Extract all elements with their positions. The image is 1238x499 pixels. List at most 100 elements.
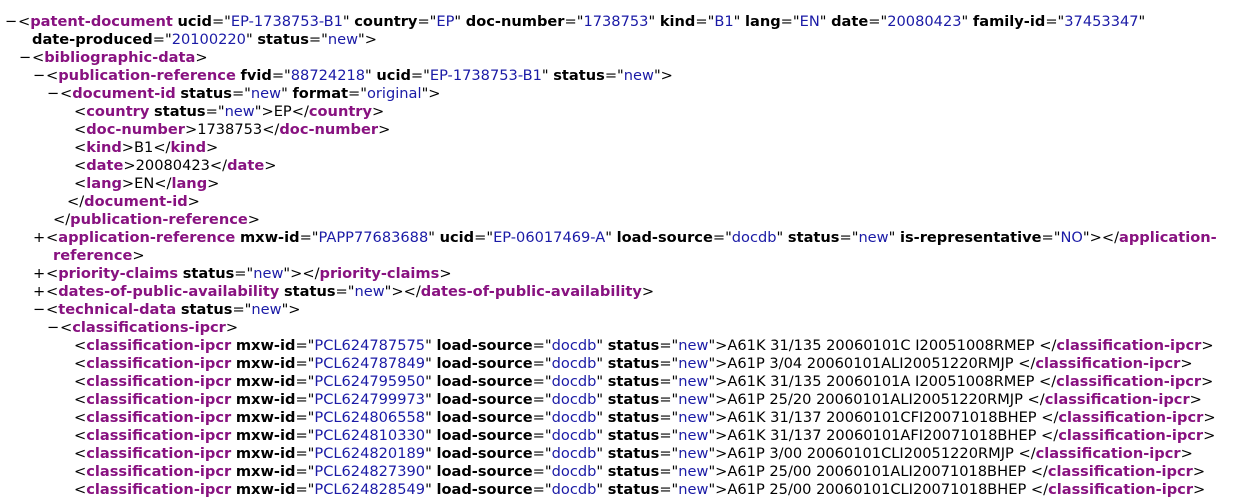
- attribute-value: docdb: [551, 373, 597, 390]
- attribute-value: PCL624827390: [314, 463, 426, 480]
- attribute-name: load-source: [436, 427, 533, 444]
- attribute-name: status: [607, 373, 660, 390]
- collapse-icon[interactable]: −: [33, 67, 45, 85]
- element-name: classification-ipcr: [1058, 409, 1204, 426]
- xml-line-content: <classification-ipcr mxw-id="PCL62481033…: [74, 427, 1215, 445]
- attribute-value: docdb: [551, 463, 597, 480]
- element-name: publication-reference: [70, 211, 248, 228]
- collapse-icon[interactable]: −: [19, 49, 31, 67]
- collapse-icon[interactable]: −: [47, 319, 59, 337]
- collapse-icon[interactable]: −: [47, 85, 59, 103]
- markup-punctuation: </: [153, 139, 171, 156]
- attribute-name: status: [182, 265, 235, 282]
- collapse-icon[interactable]: −: [5, 13, 17, 31]
- markup-punctuation: =": [659, 463, 679, 480]
- markup-punctuation: >: [225, 319, 239, 336]
- markup-punctuation: <: [46, 229, 59, 246]
- markup-punctuation: <: [46, 301, 59, 318]
- xml-line-content: </document-id>: [67, 193, 200, 211]
- markup-punctuation: </: [1030, 463, 1048, 480]
- attribute-name: is-representative: [899, 229, 1042, 246]
- markup-punctuation: =": [659, 481, 679, 498]
- attribute-name: load-source: [436, 481, 533, 498]
- text-node: 1738753: [197, 121, 263, 138]
- attribute-name: status: [607, 481, 660, 498]
- markup-punctuation: =": [410, 67, 430, 84]
- markup-punctuation: =": [659, 355, 679, 372]
- markup-punctuation: "></: [1082, 229, 1119, 246]
- markup-punctuation: ": [281, 85, 288, 102]
- markup-punctuation: >: [1192, 463, 1206, 480]
- element-name: document-id: [84, 193, 188, 210]
- markup-punctuation: =": [295, 373, 315, 390]
- markup-punctuation: =": [1041, 229, 1061, 246]
- element-name: classification-ipcr: [86, 337, 232, 354]
- attribute-name: ucid: [376, 67, 411, 84]
- expand-icon[interactable]: +: [33, 229, 45, 247]
- markup-punctuation: >: [132, 247, 145, 264]
- attribute-name: load-source: [436, 337, 533, 354]
- markup-punctuation: =": [295, 355, 315, 372]
- attribute-value: new: [678, 373, 709, 390]
- element-name: doc-number: [279, 121, 379, 138]
- attribute-name: kind: [659, 13, 696, 30]
- markup-punctuation: <: [46, 67, 59, 84]
- markup-punctuation: <: [74, 481, 87, 498]
- element-name: application-reference: [58, 229, 236, 246]
- xml-line: − <classifications-ipcr>: [0, 319, 1238, 337]
- element-name: classification-ipcr: [86, 373, 232, 390]
- attribute-name: mxw-id: [235, 427, 296, 444]
- markup-punctuation: >: [1203, 409, 1216, 426]
- attribute-value: new: [858, 229, 889, 246]
- expand-icon[interactable]: +: [33, 265, 45, 283]
- xml-line-content: <classification-ipcr mxw-id="PCL62478784…: [74, 355, 1193, 373]
- xml-line-content: <publication-reference fvid="88724218" u…: [46, 67, 673, 85]
- markup-punctuation: =": [231, 85, 251, 102]
- collapse-icon[interactable]: −: [33, 301, 45, 319]
- xml-line-content: <dates-of-public-availability status="ne…: [46, 283, 654, 301]
- markup-punctuation: "></: [283, 265, 320, 282]
- markup-punctuation: ">: [708, 481, 728, 498]
- markup-punctuation: ": [425, 427, 432, 444]
- markup-punctuation: =": [295, 427, 315, 444]
- markup-punctuation: =": [1045, 13, 1065, 30]
- markup-punctuation: "></: [384, 283, 421, 300]
- expand-icon[interactable]: +: [33, 283, 45, 301]
- markup-punctuation: >: [439, 265, 452, 282]
- xml-line-content: <technical-data status="new">: [46, 301, 301, 319]
- markup-punctuation: </: [1018, 355, 1036, 372]
- attribute-name: status: [257, 31, 309, 48]
- markup-punctuation: ": [425, 391, 432, 408]
- markup-punctuation: =": [474, 229, 494, 246]
- markup-punctuation: =": [299, 229, 319, 246]
- markup-punctuation: </: [67, 193, 85, 210]
- markup-punctuation: >: [206, 139, 219, 156]
- markup-punctuation: ": [605, 229, 612, 246]
- attribute-name: fvid: [240, 67, 272, 84]
- xml-line: <classification-ipcr mxw-id="PCL62479997…: [0, 391, 1238, 409]
- attribute-value: PCL624787849: [314, 355, 426, 372]
- markup-punctuation: <: [74, 391, 87, 408]
- xml-line: − <patent-document ucid="EP-1738753-B1" c…: [0, 13, 1238, 31]
- markup-punctuation: <: [74, 337, 87, 354]
- markup-punctuation: >: [207, 175, 220, 192]
- attribute-name: format: [292, 85, 349, 102]
- markup-punctuation: ">: [708, 373, 728, 390]
- markup-punctuation: <: [74, 445, 87, 462]
- markup-punctuation: =": [695, 13, 715, 30]
- attribute-name: mxw-id: [235, 445, 296, 462]
- attribute-value: EP: [436, 13, 455, 30]
- markup-punctuation: ">: [358, 31, 377, 48]
- attribute-name: status: [607, 391, 660, 408]
- xml-line: <lang>EN</lang>: [0, 175, 1238, 193]
- markup-punctuation: </: [262, 121, 280, 138]
- attribute-name: status: [607, 409, 660, 426]
- attribute-value: 20080423: [887, 13, 962, 30]
- element-name: classification-ipcr: [1035, 355, 1181, 372]
- element-name: reference: [53, 247, 133, 264]
- markup-punctuation: ": [342, 13, 350, 30]
- markup-punctuation: </: [1041, 427, 1059, 444]
- xml-line: + <application-reference mxw-id="PAPP7768…: [0, 229, 1238, 247]
- markup-punctuation: ">: [421, 85, 441, 102]
- element-name: classification-ipcr: [1056, 337, 1202, 354]
